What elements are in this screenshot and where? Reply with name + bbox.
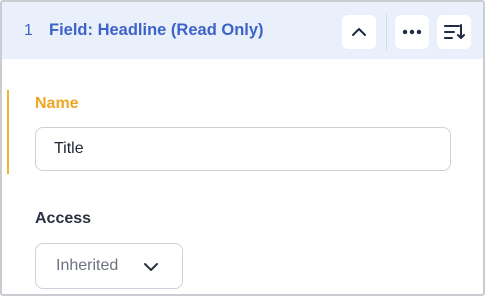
field-title: Field: Headline (Read Only) bbox=[49, 21, 264, 39]
name-label: Name bbox=[35, 95, 79, 112]
header-divider bbox=[386, 14, 387, 50]
access-selected-value: Inherited bbox=[56, 257, 119, 274]
access-label: Access bbox=[35, 210, 92, 227]
field-index: 1 bbox=[24, 22, 33, 39]
sort-button[interactable] bbox=[437, 15, 471, 49]
field-header[interactable]: 1 Field: Headline (Read Only) bbox=[2, 2, 483, 59]
name-input[interactable]: Title bbox=[35, 127, 451, 171]
collapse-button[interactable] bbox=[342, 15, 376, 49]
field-panel: 1 Field: Headline (Read Only) Name Title… bbox=[0, 0, 485, 296]
chevron-up-icon bbox=[352, 28, 366, 36]
more-horizontal-icon bbox=[402, 29, 422, 35]
sort-list-icon bbox=[444, 24, 465, 39]
access-select[interactable]: Inherited bbox=[35, 243, 183, 289]
active-field-indicator bbox=[7, 90, 9, 174]
chevron-down-icon bbox=[144, 263, 158, 271]
more-options-button[interactable] bbox=[395, 15, 429, 49]
